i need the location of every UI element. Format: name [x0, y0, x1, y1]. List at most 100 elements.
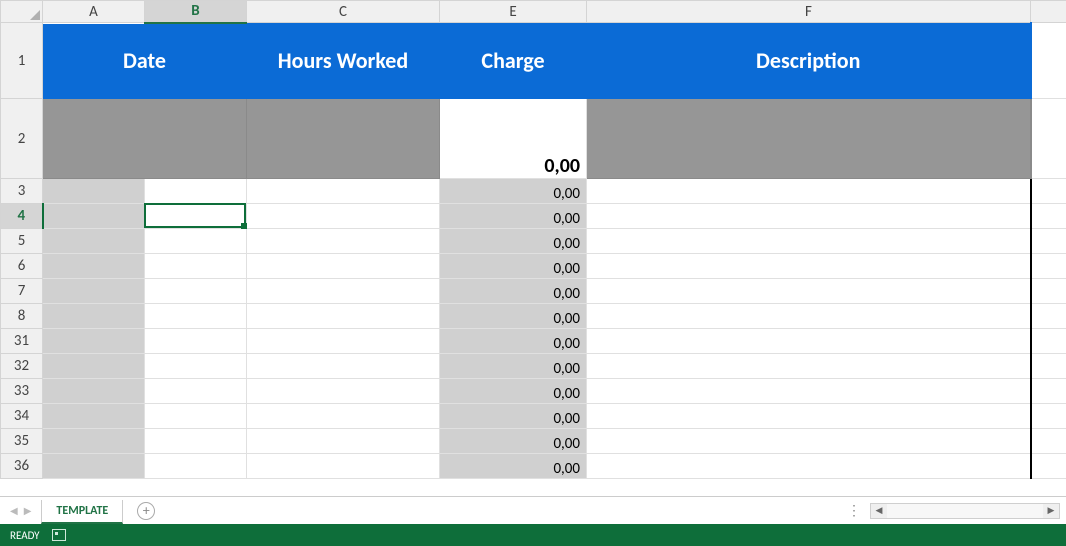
select-all-corner[interactable] [1, 1, 43, 23]
cell-charge[interactable]: 0,00 [440, 354, 587, 379]
col-header-E[interactable]: E [440, 1, 587, 23]
row-header[interactable]: 2 [1, 99, 43, 179]
cell[interactable] [145, 279, 247, 304]
cell[interactable] [1031, 179, 1066, 204]
sheet-nav-arrows[interactable]: ◀ ▶ [0, 504, 41, 517]
cell[interactable] [247, 354, 440, 379]
header-hours[interactable]: Hours Worked [247, 23, 440, 99]
cell-charge[interactable]: 0,00 [440, 304, 587, 329]
cell[interactable] [247, 279, 440, 304]
row-header[interactable]: 1 [1, 23, 43, 99]
cell[interactable] [145, 429, 247, 454]
cell[interactable] [145, 329, 247, 354]
cell[interactable] [247, 329, 440, 354]
scroll-left-icon[interactable]: ◀ [871, 504, 887, 518]
cell[interactable] [145, 229, 247, 254]
cell[interactable] [587, 429, 1031, 454]
cell[interactable] [247, 179, 440, 204]
row-header[interactable]: 32 [1, 354, 43, 379]
col-header-F[interactable]: F [587, 1, 1031, 23]
row-header[interactable]: 35 [1, 429, 43, 454]
cell[interactable] [43, 254, 145, 279]
row-header[interactable]: 4 [1, 204, 43, 229]
cell-charge[interactable]: 0,00 [440, 229, 587, 254]
cell-total-charge[interactable]: 0,00 [440, 99, 587, 179]
cell[interactable] [43, 379, 145, 404]
cell-charge[interactable]: 0,00 [440, 454, 587, 479]
cell[interactable] [1031, 329, 1066, 354]
cell[interactable] [1031, 354, 1066, 379]
scroll-track[interactable] [887, 504, 1043, 518]
cell-B4[interactable] [145, 204, 247, 229]
splitter-handle-icon[interactable]: ⋮ [847, 502, 860, 519]
cell[interactable] [247, 304, 440, 329]
col-header-blank[interactable] [1031, 1, 1066, 23]
cell[interactable] [145, 454, 247, 479]
cell[interactable] [145, 354, 247, 379]
cell[interactable] [1031, 279, 1066, 304]
cell[interactable] [43, 279, 145, 304]
cell[interactable] [145, 404, 247, 429]
cell[interactable] [247, 99, 440, 179]
row-header[interactable]: 36 [1, 454, 43, 479]
cell[interactable] [1031, 254, 1066, 279]
cell-charge[interactable]: 0,00 [440, 179, 587, 204]
cell-charge[interactable]: 0,00 [440, 379, 587, 404]
cell[interactable] [1031, 304, 1066, 329]
row-header[interactable]: 6 [1, 254, 43, 279]
cell[interactable] [247, 404, 440, 429]
cell[interactable] [145, 179, 247, 204]
cell[interactable] [43, 404, 145, 429]
row-header[interactable]: 7 [1, 279, 43, 304]
cell[interactable] [43, 304, 145, 329]
spreadsheet-grid[interactable]: A B C E F 1 Date Hours Worked Charge Des… [0, 0, 1066, 496]
cell-charge[interactable]: 0,00 [440, 254, 587, 279]
col-header-C[interactable]: C [247, 1, 440, 23]
header-description[interactable]: Description [587, 23, 1031, 99]
row-header[interactable]: 31 [1, 329, 43, 354]
cell[interactable] [145, 254, 247, 279]
add-sheet-button[interactable]: + [137, 502, 155, 520]
cell[interactable] [1031, 404, 1066, 429]
cell-charge[interactable]: 0,00 [440, 279, 587, 304]
sheet-nav-next-icon[interactable]: ▶ [24, 504, 32, 517]
cell[interactable] [145, 304, 247, 329]
cell[interactable] [1031, 454, 1066, 479]
cell[interactable] [43, 99, 247, 179]
cell-charge[interactable]: 0,00 [440, 404, 587, 429]
cell[interactable] [587, 329, 1031, 354]
cell[interactable] [587, 229, 1031, 254]
cell[interactable] [587, 404, 1031, 429]
cell[interactable] [1031, 229, 1066, 254]
row-header[interactable]: 33 [1, 379, 43, 404]
cell[interactable] [247, 204, 440, 229]
horizontal-scrollbar[interactable]: ◀ ▶ [870, 503, 1060, 519]
cell[interactable] [587, 99, 1031, 179]
sheet-tab-template[interactable]: TEMPLATE [41, 500, 123, 524]
cell[interactable] [587, 204, 1031, 229]
macro-record-icon[interactable] [52, 529, 66, 541]
cell[interactable] [587, 454, 1031, 479]
cell[interactable] [145, 379, 247, 404]
cell[interactable] [587, 279, 1031, 304]
cell[interactable] [43, 354, 145, 379]
row-header[interactable]: 34 [1, 404, 43, 429]
row-header[interactable]: 5 [1, 229, 43, 254]
cell[interactable] [1031, 379, 1066, 404]
cell[interactable] [247, 429, 440, 454]
cell[interactable] [1031, 23, 1066, 99]
header-charge[interactable]: Charge [440, 23, 587, 99]
cell-charge[interactable]: 0,00 [440, 429, 587, 454]
cell[interactable] [43, 204, 145, 229]
col-header-B[interactable]: B [145, 1, 247, 23]
cell[interactable] [43, 229, 145, 254]
cell-charge[interactable]: 0,00 [440, 329, 587, 354]
cell[interactable] [43, 429, 145, 454]
row-header[interactable]: 8 [1, 304, 43, 329]
cell-charge[interactable]: 0,00 [440, 204, 587, 229]
col-header-A[interactable]: A [43, 1, 145, 23]
cell[interactable] [587, 304, 1031, 329]
cell[interactable] [587, 179, 1031, 204]
cell[interactable] [587, 254, 1031, 279]
cell[interactable] [247, 254, 440, 279]
